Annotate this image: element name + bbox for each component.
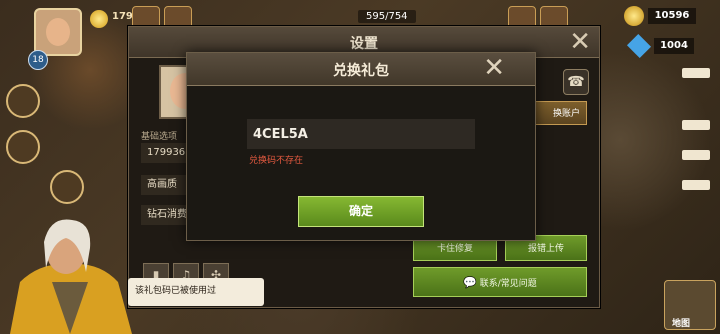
settings-title: 设置 [350,36,378,52]
side-menu-icon[interactable] [6,84,40,118]
player-level-badge: 18 [28,50,48,70]
player-avatar[interactable] [34,8,82,56]
basic-options-label: 基础选项 [141,132,178,142]
confirm-button[interactable]: 确定 [298,196,424,227]
right-panel-tag [682,180,710,190]
side-menu-icon[interactable] [50,170,84,204]
contact-faq-label: 联系/常见问题 [479,279,537,289]
phone-icon[interactable]: ☎ [563,69,589,95]
character-portrait [10,219,132,334]
gift-dialog-header: 兑换礼包 ✕ [187,53,535,86]
settings-close-icon[interactable]: ✕ [569,29,591,55]
gift-code-dialog: 兑换礼包 ✕ 兑换码不存在 确定 [186,52,536,241]
error-message: 兑换码不存在 [249,156,304,166]
progress-counter: 595/754 [358,10,416,23]
coin-icon [90,10,108,28]
chat-icon: 💬 [463,276,477,289]
right-panel-tag [682,68,710,78]
gift-code-input[interactable] [247,119,475,149]
right-panel-tag [682,120,710,130]
gold-icon [624,6,644,26]
gold-value: 10596 [648,8,696,24]
gift-close-icon[interactable]: ✕ [483,55,505,81]
switch-account-button[interactable]: 换账户 [527,101,587,125]
side-menu-icon[interactable] [6,130,40,164]
right-panel-tag [682,150,710,160]
gem-value: 1004 [654,38,694,54]
contact-faq-button[interactable]: 💬 联系/常见问题 [413,267,587,297]
map-label: 地图 [672,319,691,329]
toast-message: 该礼包码已被使用过 [128,278,264,306]
coin-value: 179 [112,11,133,22]
